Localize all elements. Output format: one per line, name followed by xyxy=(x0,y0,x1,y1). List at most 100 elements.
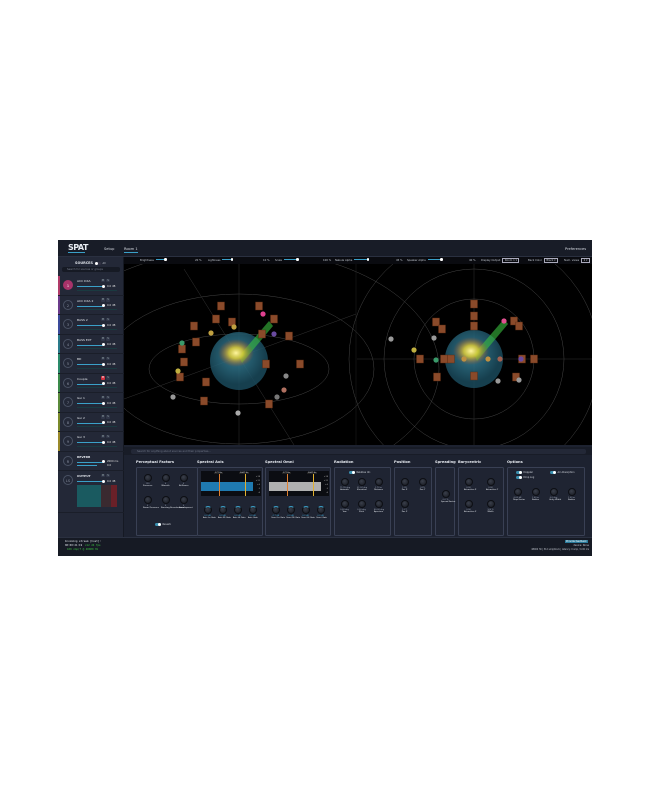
knob-radius[interactable]: 1.00 m Radius xyxy=(531,488,540,501)
eq-graph[interactable]: 277 Hz 3447 Hz +18 +12 +6 0 -6 xyxy=(269,471,329,496)
source-number[interactable]: 6 xyxy=(63,377,73,388)
solo-button[interactable]: S xyxy=(106,298,110,302)
lightness-slider[interactable] xyxy=(222,258,234,261)
source-item[interactable]: 3 BASS 2 MS 0.0 dB xyxy=(58,315,124,335)
knob-width[interactable]: 100 % Width xyxy=(486,500,495,513)
solo-button[interactable]: S xyxy=(106,434,110,438)
knob-omni-hi-gain[interactable]: 0.0 dB Omni Hi Gain xyxy=(301,506,315,519)
source-item[interactable]: 4 BASS EXT MS 0.0 dB xyxy=(58,334,124,354)
air-absorption-toggle[interactable] xyxy=(550,470,556,474)
knob-room-presence[interactable]: 0 Room Presence xyxy=(143,496,159,509)
knob-axis-mi-gain[interactable]: 0.0 dB Axis Mi Gain xyxy=(218,506,231,519)
knob-dial[interactable] xyxy=(357,500,366,508)
mute-button[interactable]: M xyxy=(101,317,105,321)
gain-slider[interactable] xyxy=(77,325,103,326)
source-number[interactable]: 7 xyxy=(63,397,73,407)
source-sphere[interactable] xyxy=(283,373,289,379)
gain-slider[interactable] xyxy=(77,286,103,287)
reverb-slider-2[interactable] xyxy=(77,464,97,466)
knob-unity-width[interactable]: 0.0 deg Unity Width xyxy=(549,488,561,501)
knob-axis-gain[interactable]: 0.0 dB Axis Gain xyxy=(248,506,258,519)
knob-attraction-z[interactable]: 0.00 Attraction Z xyxy=(464,500,476,513)
source-item[interactable]: 7 Gui 1 MS 0.0 dB xyxy=(58,393,124,413)
source-item[interactable]: 1 ACC DXA MS 0.0 dB xyxy=(58,276,124,296)
speaker-alpha-slider[interactable] xyxy=(427,258,443,261)
source-sphere[interactable] xyxy=(497,356,503,362)
back-color-select[interactable]: Black ▾ xyxy=(543,257,559,263)
knob-pitch[interactable]: 0.00 deg Pitch xyxy=(357,500,366,513)
knob-warmth[interactable]: 0 Warmth xyxy=(161,474,170,487)
knob-attraction-x[interactable]: 0.00 Attraction X xyxy=(464,478,476,491)
source-sphere[interactable] xyxy=(516,377,522,383)
source-number[interactable]: 1 xyxy=(63,280,73,290)
nebula-alpha-slider[interactable] xyxy=(354,258,370,261)
brightness-slider[interactable] xyxy=(155,258,167,261)
solo-button[interactable]: S xyxy=(106,278,110,282)
knob-elevation[interactable]: 51.02 deg Elevation xyxy=(357,478,367,491)
output-slider-handle[interactable] xyxy=(102,479,105,483)
knob-dial[interactable] xyxy=(143,474,152,482)
source-number[interactable]: 5 xyxy=(63,358,73,368)
knob-radius[interactable]: 1.00 m Radius xyxy=(567,488,576,501)
gain-slider[interactable] xyxy=(77,305,103,307)
knob-dial[interactable] xyxy=(248,506,257,514)
reverb-slider-handle[interactable] xyxy=(102,460,105,464)
knob-dial[interactable] xyxy=(271,506,280,514)
source-search-input[interactable]: Search for sources or groups xyxy=(62,267,120,272)
source-sphere[interactable] xyxy=(260,311,266,317)
knob-dial[interactable] xyxy=(161,474,170,482)
knob-pos-y[interactable]: 0.25 Pos Y xyxy=(418,478,427,491)
knob-omni-mi-gain[interactable]: 0.0 dB Omni Mi Gain xyxy=(286,506,300,519)
mute-button[interactable]: M xyxy=(101,473,105,477)
provide-feedback-button[interactable]: Provide feedback xyxy=(565,540,588,543)
source-sphere[interactable] xyxy=(179,340,185,346)
source-sphere[interactable] xyxy=(175,368,181,374)
source-item[interactable]: 2 ACC DXA 2 MS 0.0 dB xyxy=(58,295,124,315)
knob-yaw[interactable]: 0.00 deg Yaw xyxy=(340,500,349,513)
gain-slider-handle[interactable] xyxy=(102,401,105,405)
solo-button[interactable]: S xyxy=(106,473,110,477)
knob-dial[interactable] xyxy=(301,506,310,514)
knob-dial[interactable] xyxy=(233,506,242,514)
solo-button[interactable]: S xyxy=(106,395,110,399)
top-view[interactable] xyxy=(348,264,592,445)
knob-dial[interactable] xyxy=(357,478,366,486)
tab-room-1[interactable]: Room 1 xyxy=(124,247,138,253)
knob-omni-gain[interactable]: 0.0 dB Omni Gain xyxy=(316,506,327,519)
knob-dial[interactable] xyxy=(549,488,558,496)
mute-button[interactable]: M xyxy=(101,395,105,399)
drop-log-toggle[interactable] xyxy=(516,475,522,479)
eq-low-marker[interactable] xyxy=(287,474,288,496)
source-sphere[interactable] xyxy=(274,394,280,400)
gain-slider[interactable] xyxy=(77,442,103,443)
mute-button[interactable]: M xyxy=(101,278,105,282)
knob-dial[interactable] xyxy=(374,500,383,508)
knob-dial[interactable] xyxy=(486,478,495,486)
source-sphere[interactable] xyxy=(411,347,417,353)
source-item[interactable]: 8 Gui 2 MS 0.0 dB xyxy=(58,412,124,432)
knob-dial[interactable] xyxy=(400,500,409,508)
source-sphere[interactable] xyxy=(281,387,287,393)
knob-dial[interactable] xyxy=(418,478,427,486)
source-item[interactable]: 5 BD MS 0.0 dB xyxy=(58,354,124,374)
source-number[interactable]: 3 xyxy=(63,319,73,329)
source-number[interactable]: 8 xyxy=(63,416,73,427)
preferences-button[interactable]: Preferences xyxy=(565,247,586,251)
gain-slider-handle[interactable] xyxy=(102,343,105,347)
perspective-view[interactable] xyxy=(124,264,440,445)
gain-slider-handle[interactable] xyxy=(102,421,105,425)
gain-slider[interactable] xyxy=(77,422,103,424)
knob-dial[interactable] xyxy=(340,500,349,508)
source-sphere[interactable] xyxy=(433,357,439,363)
solo-button[interactable]: S xyxy=(106,317,110,321)
solo-button[interactable]: S xyxy=(106,337,110,341)
knob-dial[interactable] xyxy=(374,478,383,486)
knob-dial[interactable] xyxy=(567,488,576,496)
source-sphere[interactable] xyxy=(271,331,277,337)
eq-high-marker[interactable] xyxy=(245,474,246,496)
relative-dir-toggle[interactable] xyxy=(349,470,355,474)
num-views-select[interactable]: 2 ▾ xyxy=(581,257,590,263)
solo-button[interactable]: S xyxy=(106,376,110,380)
knob-drop-factor[interactable]: 6.00 dB Drop Factor xyxy=(513,488,525,501)
knob-dial[interactable] xyxy=(486,500,495,508)
